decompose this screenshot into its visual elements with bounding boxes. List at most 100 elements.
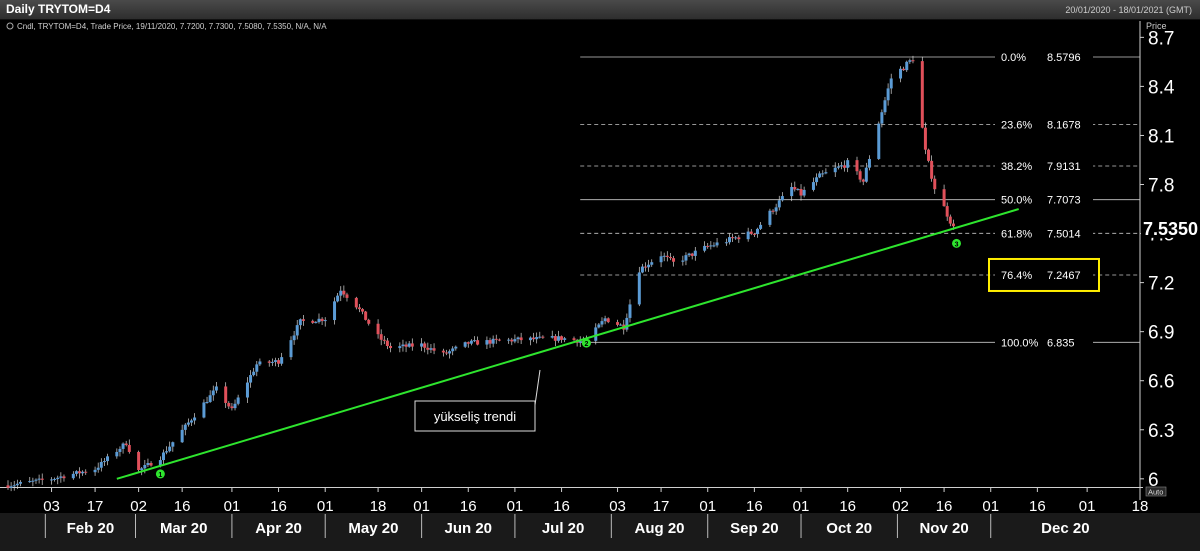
candle-up xyxy=(693,250,697,256)
candle-up xyxy=(640,266,644,273)
candle-up xyxy=(106,456,110,462)
plot-frame xyxy=(0,21,1200,551)
day-tick-label: 17 xyxy=(87,498,104,515)
candle-up xyxy=(600,321,604,325)
candle-up xyxy=(50,479,54,481)
candle-up xyxy=(755,228,759,235)
candle-up xyxy=(407,343,411,347)
month-label: Dec 20 xyxy=(1041,520,1089,537)
candle-up xyxy=(53,478,57,480)
candle-down xyxy=(230,406,234,409)
day-tick-label: 03 xyxy=(43,498,60,515)
candle-up xyxy=(899,68,903,79)
trend-callout-pointer xyxy=(534,369,541,406)
candle-up xyxy=(214,386,218,391)
candle-up xyxy=(448,351,452,354)
month-label: Jul 20 xyxy=(542,520,585,537)
candle-up xyxy=(880,112,884,124)
candle-up xyxy=(102,461,106,463)
candle-up xyxy=(180,429,184,443)
candle-down xyxy=(532,337,536,340)
candle-up xyxy=(746,231,750,240)
candle-down xyxy=(690,253,694,256)
candle-down xyxy=(644,266,648,268)
candle-up xyxy=(236,397,240,404)
candle-up xyxy=(603,318,607,322)
candle-up xyxy=(774,207,778,212)
candle-down xyxy=(6,485,10,488)
fib-value-label: 8.1678 xyxy=(1047,119,1081,131)
candle-up xyxy=(317,318,321,323)
candle-up xyxy=(249,375,253,383)
day-tick-label: 01 xyxy=(699,498,716,515)
candle-up xyxy=(336,295,340,302)
candle-up xyxy=(687,253,691,256)
fib-value-label: 6.835 xyxy=(1047,337,1075,349)
fib-level-label: 100.0% xyxy=(1001,337,1039,349)
candle-up xyxy=(258,361,262,365)
trend-line-group[interactable]: yükseliş trendi 1 2 3 xyxy=(116,208,1020,480)
candle-down xyxy=(911,60,915,62)
day-tick-label: 03 xyxy=(609,498,626,515)
candle-down xyxy=(858,171,862,180)
candle-up xyxy=(270,361,274,363)
candle-up xyxy=(662,255,666,257)
pivot-marker-label: 2 xyxy=(584,341,588,348)
candle-up xyxy=(398,346,402,349)
candle-up xyxy=(824,172,828,174)
candle-up xyxy=(140,468,144,470)
candle-up xyxy=(292,335,296,341)
candle-up xyxy=(528,337,532,341)
candle-up xyxy=(650,262,654,265)
candle-down xyxy=(665,255,669,257)
candle-down xyxy=(861,179,865,182)
price-tick-label: 6.6 xyxy=(1148,372,1174,393)
candle-down xyxy=(616,322,620,325)
candle-up xyxy=(37,478,41,480)
candle-down xyxy=(793,186,797,190)
candle-down xyxy=(410,343,414,347)
candle-up xyxy=(472,340,476,342)
price-axis[interactable]: 66.36.66.97.27.57.88.18.48.77.5350 xyxy=(1140,28,1200,491)
series-settings-icon[interactable] xyxy=(6,22,14,30)
candle-down xyxy=(843,165,847,168)
fib-level-label: 38.2% xyxy=(1001,161,1032,173)
day-tick-label: 16 xyxy=(839,498,856,515)
candle-up xyxy=(833,167,837,173)
candle-down xyxy=(572,338,576,340)
candle-up xyxy=(637,272,641,305)
candle-down xyxy=(423,343,427,348)
candle-down xyxy=(432,348,436,351)
candle-up xyxy=(507,339,511,341)
candle-up xyxy=(56,477,60,479)
fib-level-label: 76.4% xyxy=(1001,270,1032,282)
candle-down xyxy=(267,361,271,363)
fibonacci-retracement[interactable]: 0.0% 8.5796 23.6% 8.1678 38.2% 7.9131 50.0% 7.7… xyxy=(580,50,1140,350)
candle-up xyxy=(205,401,209,403)
candle-down xyxy=(930,160,934,179)
candle-down xyxy=(902,68,906,71)
candle-down xyxy=(367,319,371,324)
candle-up xyxy=(115,451,119,457)
day-tick-label: 01 xyxy=(793,498,810,515)
candle-up xyxy=(298,319,302,326)
candle-down xyxy=(476,340,480,345)
candle-down xyxy=(379,334,383,340)
candle-up xyxy=(93,469,97,473)
auto-scale-label: Auto xyxy=(1148,488,1163,497)
day-tick-label: 01 xyxy=(413,498,430,515)
candle-up xyxy=(734,237,738,239)
candle-up xyxy=(703,245,707,251)
candle-up xyxy=(255,364,259,372)
candle-down xyxy=(320,318,324,322)
candle-up xyxy=(877,123,881,159)
candle-down xyxy=(389,346,393,349)
candle-up xyxy=(9,486,13,488)
candle-up xyxy=(15,483,19,486)
uptrend-line[interactable] xyxy=(116,208,1020,480)
candle-down xyxy=(668,256,672,259)
candle-down xyxy=(494,338,498,340)
candle-down xyxy=(342,290,346,295)
candlestick-chart[interactable]: 0.0% 8.5796 23.6% 8.1678 38.2% 7.9131 50.0% 7.7… xyxy=(0,0,1200,551)
candle-up xyxy=(463,342,467,347)
